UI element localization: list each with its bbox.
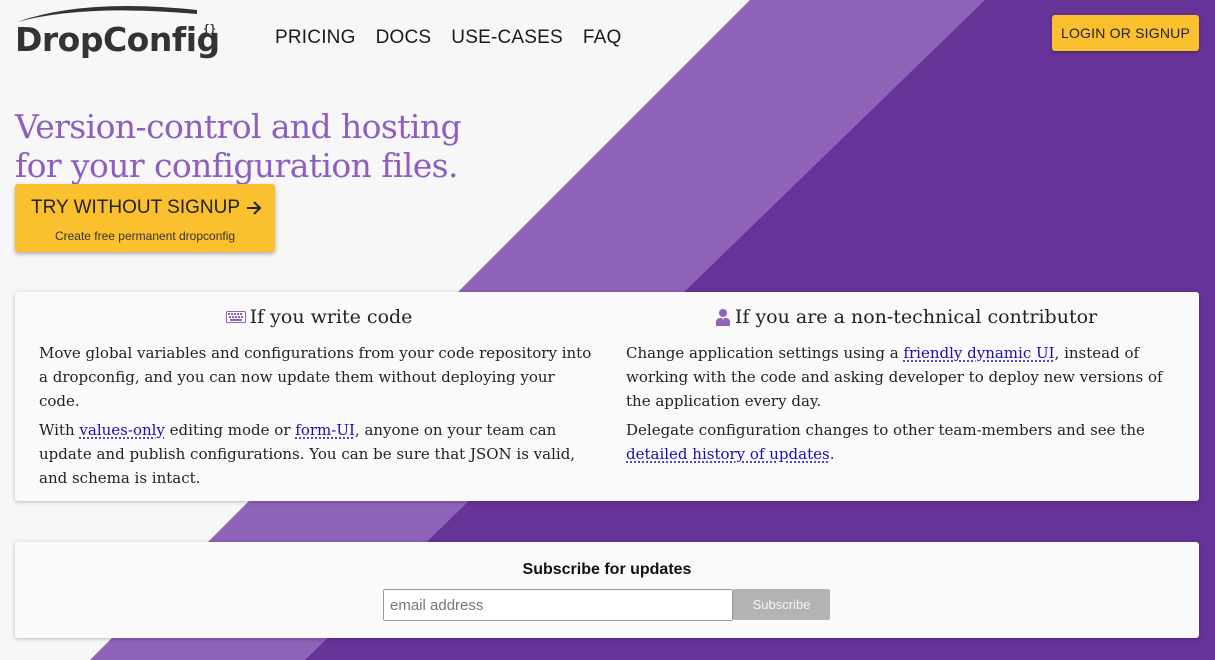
non-technical-title: If you are a non-technical contributor: [734, 306, 1098, 328]
non-technical-paragraph-2: Delegate configuration changes to other …: [626, 418, 1186, 466]
nav-use-cases[interactable]: USE-CASES: [451, 27, 563, 49]
logo-text: DropConfig: [15, 20, 220, 59]
nt-p2-pre: Delegate configuration changes to other …: [626, 421, 1145, 439]
try-button-main: TRY WITHOUT SIGNUP: [31, 197, 264, 219]
subscribe-button[interactable]: Subscribe: [733, 589, 830, 620]
site-header: DropConfig {} PRICING DOCS USE-CASES FAQ…: [0, 0, 1215, 80]
subscribe-title: Subscribe for updates: [522, 561, 692, 578]
login-signup-button[interactable]: LOGIN OR SIGNUP: [1052, 15, 1199, 51]
keyboard-icon: [225, 311, 246, 323]
values-only-link[interactable]: values-only: [79, 421, 164, 439]
hero-title-line2: for your configuration files.: [15, 146, 458, 185]
nt-p2-post: .: [829, 445, 835, 463]
subscribe-card: Subscribe for updates Subscribe: [15, 542, 1199, 638]
non-technical-column: If you are a non-technical contributor C…: [626, 292, 1186, 466]
main-nav: PRICING DOCS USE-CASES FAQ: [275, 27, 622, 49]
friendly-dynamic-ui-link[interactable]: friendly dynamic UI: [903, 344, 1054, 362]
developer-paragraph-1: Move global variables and configurations…: [39, 344, 592, 410]
try-button-subtext: Create free permanent dropconfig: [54, 229, 236, 243]
email-input[interactable]: [383, 589, 733, 621]
dev-p2-pre: With: [39, 421, 80, 439]
hero-title-line1: Version-control and hosting: [15, 107, 462, 146]
non-technical-paragraph-1: Change application settings using a frie…: [626, 341, 1186, 413]
try-without-signup-button[interactable]: TRY WITHOUT SIGNUP Create free permanent…: [15, 184, 275, 252]
logo[interactable]: DropConfig {}: [15, 2, 220, 60]
hero-title: Version-control and hosting for your con…: [15, 107, 462, 185]
try-button-label: TRY WITHOUT SIGNUP: [31, 197, 241, 218]
nav-pricing[interactable]: PRICING: [275, 27, 356, 49]
non-technical-heading: If you are a non-technical contributor: [626, 304, 1186, 330]
arrow-right-icon: [247, 201, 262, 215]
logo-braces: {}: [203, 22, 217, 35]
developer-column: If you write code Move global variables …: [39, 292, 599, 490]
developer-paragraph-2: With values-only editing mode or form-UI…: [39, 418, 599, 490]
detailed-history-link[interactable]: detailed history of updates: [626, 445, 830, 463]
features-card: If you write code Move global variables …: [15, 292, 1199, 501]
nt-p1-pre: Change application settings using a: [626, 344, 904, 362]
dev-p2-mid: editing mode or: [164, 421, 296, 439]
person-icon: [715, 309, 730, 326]
developer-heading: If you write code: [39, 304, 599, 330]
nav-faq[interactable]: FAQ: [583, 27, 622, 49]
developer-title: If you write code: [249, 306, 413, 328]
nav-docs[interactable]: DOCS: [376, 27, 432, 49]
form-ui-link[interactable]: form-UI: [295, 421, 355, 439]
